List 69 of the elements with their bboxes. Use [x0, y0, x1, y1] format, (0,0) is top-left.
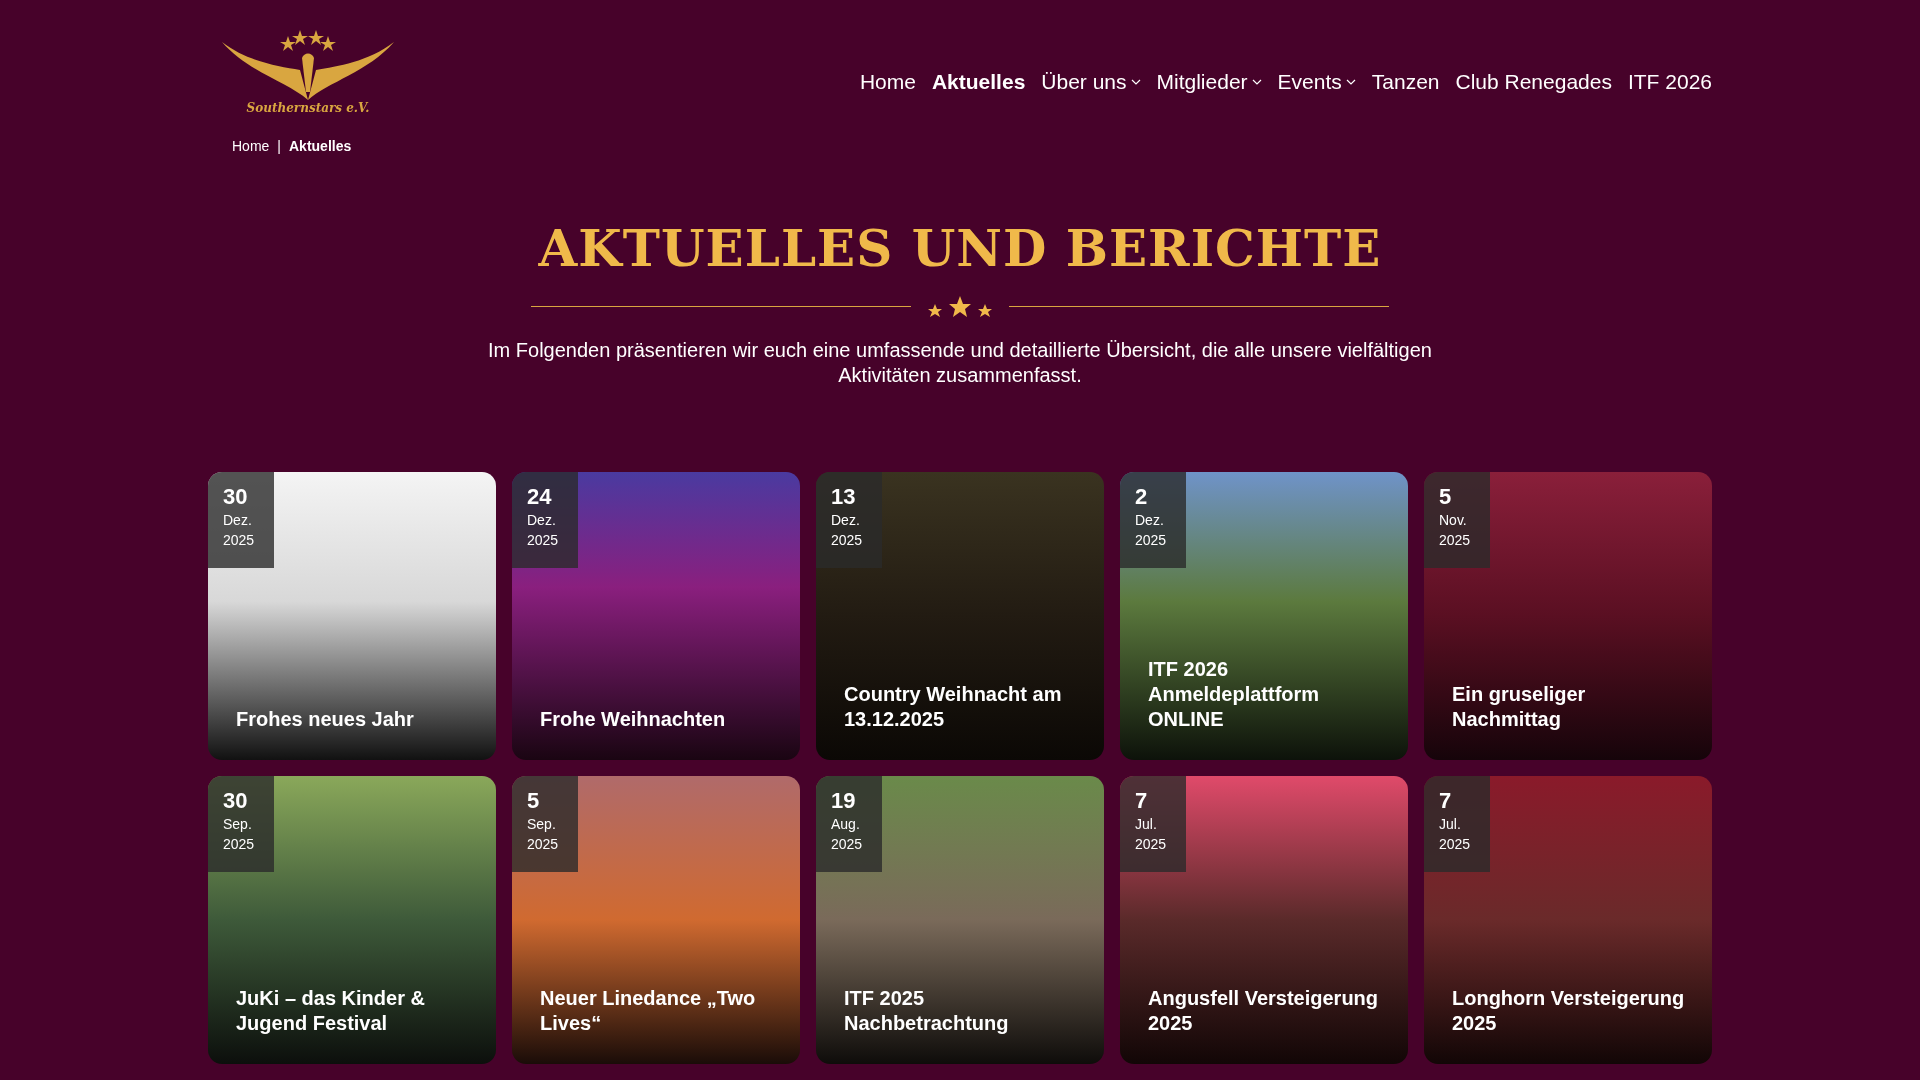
nav-link[interactable]: Tanzen — [1371, 66, 1440, 98]
date-day: 24 — [527, 484, 563, 510]
breadcrumb-separator: | — [277, 137, 281, 156]
card-title: Frohes neues Jahr — [236, 707, 415, 732]
card-title: JuKi – das Kinder & Jugend Festival — [236, 986, 426, 1036]
news-card[interactable]: 5 Sep. 2025 Neuer Linedance „Two Lives“ — [512, 776, 800, 1064]
nav-link[interactable]: Events — [1277, 66, 1356, 98]
date-year: 2025 — [527, 835, 560, 854]
card-title: ITF 2026 Anmeldeplattform ONLINE — [1148, 657, 1321, 732]
news-card[interactable]: 5 Nov. 2025 Ein gruseliger Nachmittag — [1424, 472, 1712, 760]
logo[interactable]: Southernstars e.V. — [216, 22, 400, 114]
date-month: Dez. — [1135, 511, 1165, 530]
date-day: 2 — [1135, 484, 1171, 510]
card-title: Longhorn Versteigerung 2025 — [1452, 986, 1686, 1036]
date-year: 2025 — [223, 531, 256, 550]
date-month: Sep. — [527, 815, 557, 834]
card-title: Angusfell Versteigerung 2025 — [1148, 986, 1380, 1036]
date-month: Dez. — [831, 511, 861, 530]
date-year: 2025 — [1135, 835, 1168, 854]
breadcrumb-link[interactable]: Aktuelles — [289, 136, 352, 157]
news-card[interactable]: 7 Jul. 2025 Longhorn Versteigerung 2025 — [1424, 776, 1712, 1064]
nav-link[interactable]: ITF 2026 — [1627, 66, 1712, 98]
card-title: Country Weihnacht am 13.12.2025 — [844, 682, 1063, 732]
nav-link[interactable]: Mitglieder — [1156, 66, 1262, 98]
date-day: 7 — [1135, 788, 1171, 814]
card-title: Ein gruseliger Nachmittag — [1452, 682, 1587, 732]
date-year: 2025 — [831, 835, 864, 854]
date-month: Sep. — [223, 815, 253, 834]
date-month: Jul. — [1135, 815, 1158, 834]
news-card[interactable]: 30 Dez. 2025 Frohes neues Jahr — [208, 472, 496, 760]
date-day: 19 — [831, 788, 867, 814]
card-title: Frohe Weihnachten — [540, 707, 727, 732]
date-year: 2025 — [527, 531, 560, 550]
news-card[interactable]: 24 Dez. 2025 Frohe Weihnachten — [512, 472, 800, 760]
date-year: 2025 — [1135, 531, 1168, 550]
date-day: 30 — [223, 788, 259, 814]
chevron-down-icon — [1345, 78, 1356, 85]
news-card[interactable]: 13 Dez. 2025 Country Weihnacht am 13.12.2025 — [816, 472, 1104, 760]
card-title: Neuer Linedance „Two Lives“ — [540, 986, 757, 1036]
news-card[interactable]: 30 Sep. 2025 JuKi – das Kinder & Jugend Festival — [208, 776, 496, 1064]
date-day: 5 — [1439, 484, 1475, 510]
date-month: Aug. — [831, 815, 861, 834]
logo-text: Southernstars e.V. — [246, 102, 370, 114]
date-year: 2025 — [1439, 835, 1472, 854]
news-card[interactable]: 19 Aug. 2025 ITF 2025 Nachbetrachtung — [816, 776, 1104, 1064]
date-day: 13 — [831, 484, 867, 510]
nav-link[interactable]: Über uns — [1041, 66, 1141, 98]
page-heading: AKTUELLES UND BERICHTE — [538, 218, 1382, 280]
date-year: 2025 — [1439, 531, 1472, 550]
intro-text: Im Folgenden präsentieren wir euch eine umfassende und detaillierte Übersicht, die alle unsere vielfältigen Aktivitäten zusammenfasst. — [487, 338, 1433, 388]
date-month: Nov. — [1439, 511, 1468, 530]
chevron-down-icon — [1251, 78, 1262, 85]
date-month: Dez. — [527, 511, 557, 530]
date-month: Jul. — [1439, 815, 1462, 834]
date-year: 2025 — [831, 531, 864, 550]
stars-icon — [927, 294, 993, 318]
date-day: 5 — [527, 788, 563, 814]
date-month: Dez. — [223, 511, 253, 530]
nav-link[interactable]: Home — [859, 66, 916, 98]
nav-link[interactable]: Aktuelles — [931, 66, 1026, 98]
chevron-down-icon — [1130, 78, 1141, 85]
date-day: 30 — [223, 484, 259, 510]
nav-link[interactable]: Club Renegades — [1455, 66, 1612, 98]
date-day: 7 — [1439, 788, 1475, 814]
date-year: 2025 — [223, 835, 256, 854]
breadcrumb-link[interactable]: Home — [232, 136, 270, 157]
news-card[interactable]: 2 Dez. 2025 ITF 2026 Anmeldeplattform ONLINE — [1120, 472, 1408, 760]
card-title: ITF 2025 Nachbetrachtung — [844, 986, 1010, 1036]
news-card[interactable]: 7 Jul. 2025 Angusfell Versteigerung 2025 — [1120, 776, 1408, 1064]
